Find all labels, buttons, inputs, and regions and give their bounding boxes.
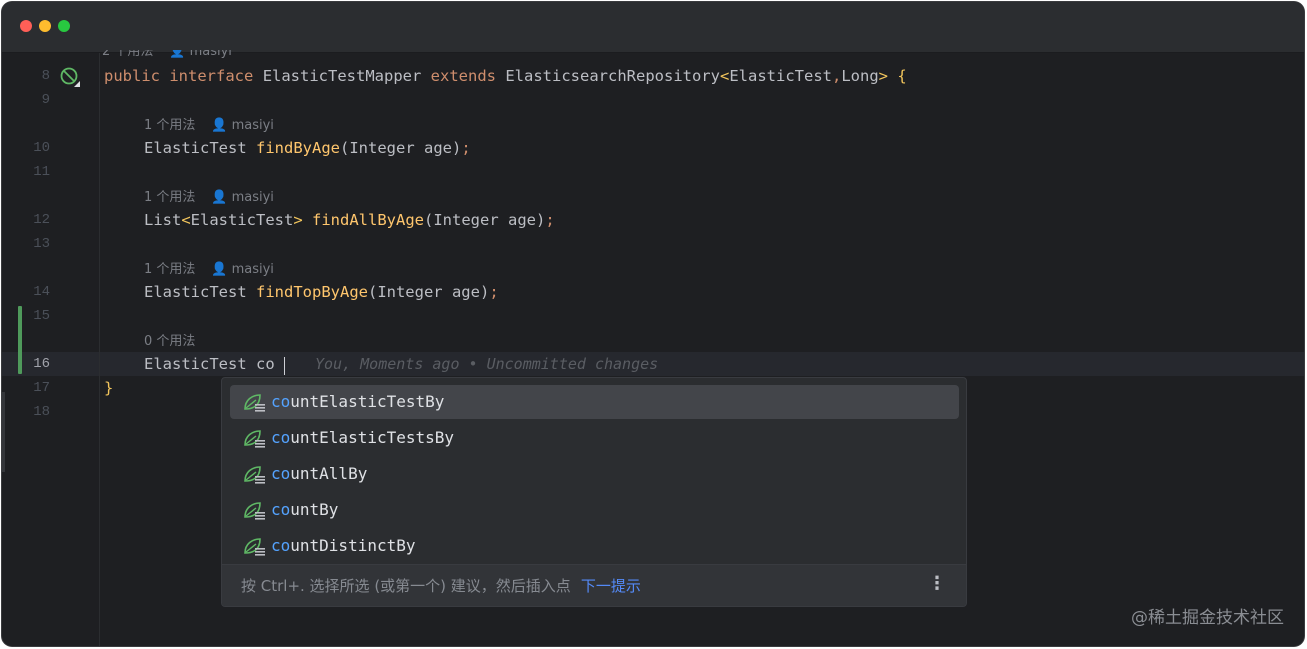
implemented-interface-icon[interactable] <box>59 66 81 88</box>
line-number: 13 <box>33 236 50 252</box>
minimize-window-button[interactable] <box>39 20 51 32</box>
generic-open: < <box>181 211 191 229</box>
close-brace: } <box>104 379 114 397</box>
completion-tip: 按 Ctrl+. 选择所选 (或第一个) 建议，然后插入点 <box>241 577 571 595</box>
keyword: public <box>104 67 160 85</box>
completion-item[interactable]: countAllBy <box>230 457 959 491</box>
match-prefix: co <box>271 392 291 411</box>
line-number: 18 <box>33 404 50 420</box>
code-line-14[interactable]: ElasticTest findTopByAge(Integer age); <box>144 280 499 304</box>
completion-rest: untDistinctBy <box>290 536 416 555</box>
completion-rest: untElasticTestsBy <box>290 428 455 447</box>
line-number: 10 <box>33 140 50 156</box>
keyword: interface <box>169 67 254 85</box>
title-bar <box>2 2 1304 53</box>
completion-item[interactable]: countElasticTestsBy <box>230 421 959 455</box>
usage-hint[interactable]: 0 个用法 <box>144 332 195 352</box>
completion-rest: untBy <box>290 500 339 519</box>
method-params: (Integer age) <box>340 139 462 157</box>
code-line-12[interactable]: List<ElasticTest> findAllByAge(Integer a… <box>144 208 555 232</box>
watermark: @稀土掘金技术社区 <box>1131 608 1284 628</box>
inline-blame: You, Moments ago • Uncommitted changes <box>315 355 659 373</box>
spring-data-method-icon <box>244 394 265 412</box>
completion-rest: untAllBy <box>290 464 368 483</box>
code-line-8[interactable]: public interface ElasticTestMapper exten… <box>104 64 907 88</box>
author-name: masiyi <box>231 190 274 205</box>
generic-open: < <box>719 67 730 85</box>
line-number: 15 <box>33 308 50 324</box>
usage-hint[interactable]: 1 个用法 👤 masiyi <box>144 116 274 136</box>
method-name: findAllByAge <box>312 211 424 229</box>
method-params: (Integer age) <box>424 211 546 229</box>
completion-item[interactable]: countBy <box>230 493 959 527</box>
return-type: ElasticTest <box>144 139 247 157</box>
spring-data-method-icon <box>244 502 265 520</box>
match-prefix: co <box>271 464 291 483</box>
completion-popup: countElasticTestBy countElasticTestsBy c… <box>221 377 967 607</box>
close-window-button[interactable] <box>20 20 32 32</box>
line-number: 17 <box>33 380 50 396</box>
author-name: masiyi <box>231 118 274 133</box>
code-line-16[interactable]: ElasticTest co <box>144 352 275 376</box>
match-prefix: co <box>271 536 291 555</box>
completion-item[interactable]: countDistinctBy <box>230 529 959 563</box>
return-type: ElasticTest <box>144 283 247 301</box>
line-number: 14 <box>33 284 50 300</box>
line-number: 11 <box>33 164 50 180</box>
usage-count: 0 个用法 <box>144 334 196 349</box>
completion-item[interactable]: countElasticTestBy <box>230 385 959 419</box>
comma: , <box>831 67 842 85</box>
spring-data-method-icon <box>244 538 265 556</box>
line-number: 12 <box>33 212 50 228</box>
gutter-divider <box>99 53 100 646</box>
spring-data-method-icon <box>244 430 265 448</box>
keyword: extends <box>430 67 496 85</box>
semicolon: ; <box>545 211 555 229</box>
generic-close: > <box>293 211 303 229</box>
return-type: List <box>144 211 182 229</box>
generic-close: > <box>878 67 888 85</box>
line-number-current: 16 <box>33 356 50 372</box>
ide-window: 8 9 10 11 12 13 14 15 16 17 18 2 个用法 👤 mas… <box>2 2 1304 646</box>
interface-name: ElasticTestMapper <box>262 67 422 85</box>
next-tip-link[interactable]: 下一提示 <box>581 577 641 595</box>
usage-hint[interactable]: 1 个用法 👤 masiyi <box>144 260 274 280</box>
semicolon: ; <box>461 139 471 157</box>
user-icon: 👤 <box>211 190 228 205</box>
match-prefix: co <box>271 500 291 519</box>
user-icon: 👤 <box>211 262 228 277</box>
return-type: ElasticTest <box>144 355 247 373</box>
type-arg: Long <box>841 67 879 85</box>
author-name: masiyi <box>231 262 274 277</box>
semicolon: ; <box>489 283 499 301</box>
method-params: (Integer age) <box>367 283 490 301</box>
maximize-window-button[interactable] <box>58 20 70 32</box>
type-arg: ElasticTest <box>729 67 832 85</box>
completion-rest: untElasticTestBy <box>290 392 445 411</box>
text-cursor <box>284 357 285 375</box>
line-number: 8 <box>41 68 50 84</box>
typed-text: co <box>256 355 275 373</box>
completion-footer: 按 Ctrl+. 选择所选 (或第一个) 建议，然后插入点 下一提示 ⋮ <box>222 564 966 606</box>
line-number: 9 <box>41 92 50 108</box>
code-line-10[interactable]: ElasticTest findByAge(Integer age); <box>144 136 471 160</box>
parent-type: ElasticsearchRepository <box>505 67 720 85</box>
match-prefix: co <box>271 428 291 447</box>
type-arg: ElasticTest <box>190 211 294 229</box>
open-brace: { <box>897 67 907 85</box>
method-name: findByAge <box>256 139 340 157</box>
code-line-17[interactable]: } <box>104 376 113 400</box>
usage-count: 1 个用法 <box>144 262 196 277</box>
usage-count: 1 个用法 <box>144 190 196 205</box>
user-icon: 👤 <box>211 118 228 133</box>
usage-hint[interactable]: 1 个用法 👤 masiyi <box>144 188 274 208</box>
spring-data-method-icon <box>244 466 265 484</box>
usage-count: 1 个用法 <box>144 118 196 133</box>
more-vertical-icon[interactable]: ⋮ <box>928 573 946 594</box>
method-name: findTopByAge <box>256 283 368 301</box>
